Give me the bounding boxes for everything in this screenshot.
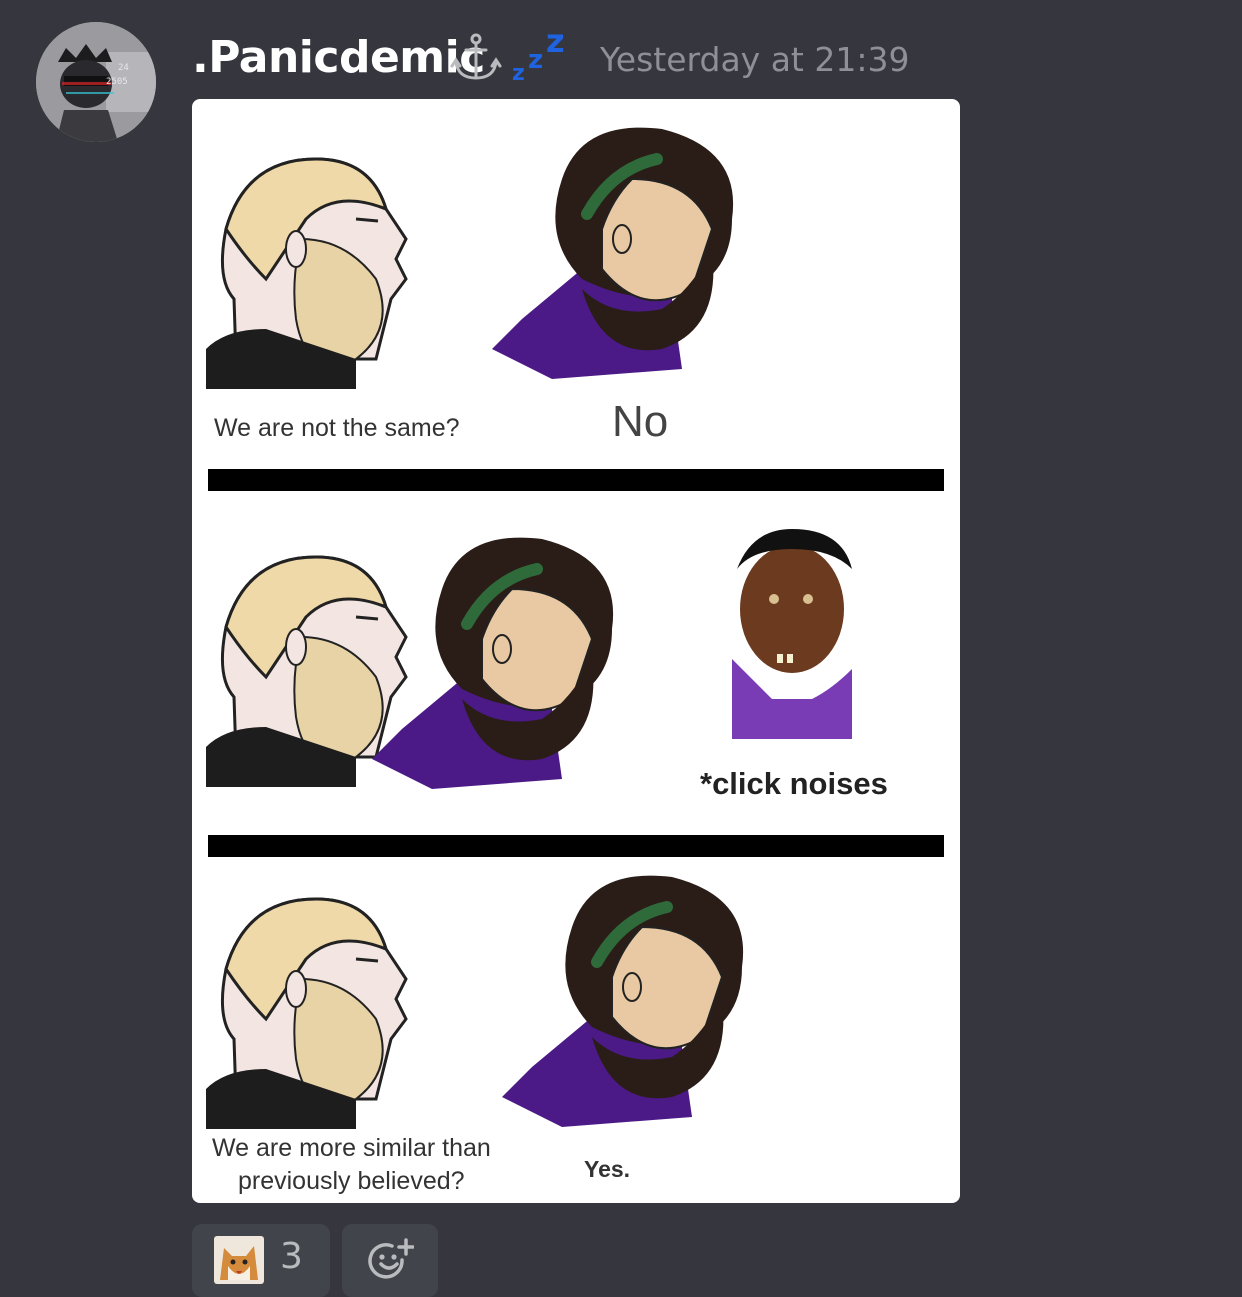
reaction-count: 3 [280,1236,303,1277]
shiba-dog-emoji-icon [214,1236,264,1284]
third-character [732,529,852,739]
anchor-icon [450,33,502,80]
message-timestamp: Yesterday at 21:39 [600,40,910,79]
panel-divider [208,469,944,491]
svg-text:z: z [512,61,525,82]
svg-text:z: z [528,45,543,75]
meme-image-attachment[interactable]: We are not the same? No *click noises We… [192,99,960,1203]
panel1-left-caption: We are not the same? [214,414,460,442]
meme-illustration [204,99,944,1203]
panel3-left-caption-line2: previously believed? [238,1167,465,1195]
panel1-right-caption: No [612,397,669,446]
panel-divider [208,835,944,857]
svg-text:2505: 2505 [106,77,128,87]
reaction-shiba[interactable]: 3 [192,1224,330,1297]
avatar-image: 24 2505 [36,22,156,142]
panel3-left-caption-line1: We are more similar than [212,1134,491,1162]
sleeping-zzz-icon: z z z [512,24,565,82]
svg-text:24: 24 [118,63,129,73]
user-avatar[interactable]: 24 2505 [36,22,156,142]
panel2-caption: *click noises [700,766,888,801]
panel3-right-caption: Yes. [584,1156,631,1182]
message-header: .Panicdemic z z z Yesterday at 21:39 [192,22,1092,92]
add-reaction-button[interactable] [342,1224,438,1297]
add-reaction-icon [368,1238,414,1279]
svg-text:z: z [546,24,565,60]
username[interactable]: .Panicdemic [192,32,485,83]
